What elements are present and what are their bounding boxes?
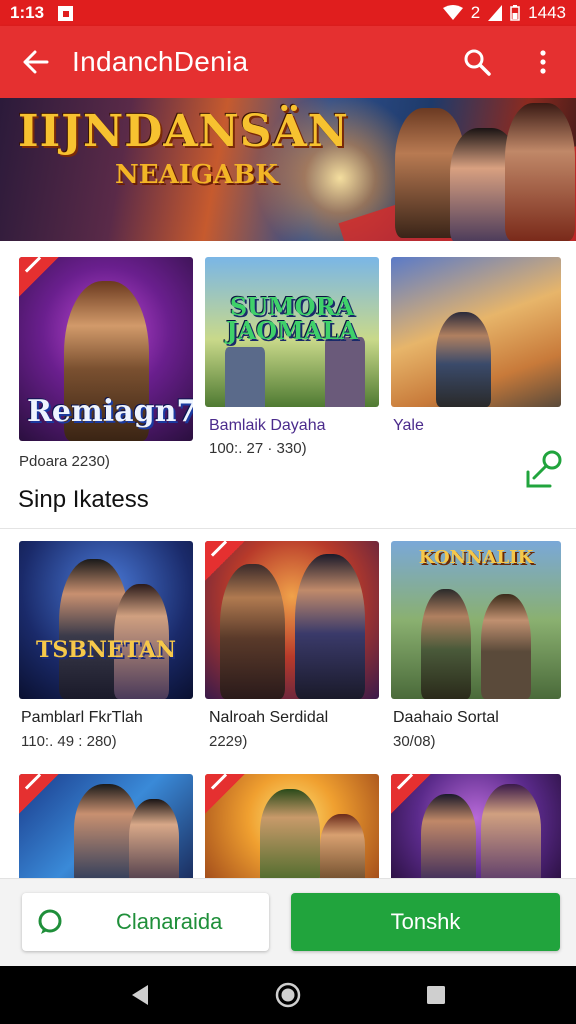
hero-banner[interactable]: IIJNDANSÄN NEAIGABK [0, 98, 576, 241]
character-figure [481, 594, 531, 699]
search-icon [464, 49, 491, 76]
game-thumbnail: SUMORA JAOMALA [205, 257, 379, 407]
game-logo-text: TSBNETAN [35, 637, 177, 663]
arrow-back-icon [23, 50, 49, 74]
status-right-text: 1443 [528, 3, 566, 22]
character-figure [260, 789, 320, 884]
card-subtitle: 100:. 27 · 330) [209, 440, 307, 457]
nav-recents-button[interactable] [406, 966, 466, 1024]
status-time: 1:13 [10, 3, 45, 22]
character-figure [220, 564, 285, 699]
badge-icon [19, 774, 59, 814]
banner-subtitle: NEAIGABK [115, 160, 278, 190]
badge-icon [391, 774, 431, 814]
card-subtitle: Pdoara 2230) [19, 453, 110, 470]
game-thumbnail [19, 774, 193, 884]
more-vert-icon [540, 50, 546, 74]
section-divider [0, 528, 576, 529]
nav-home-button[interactable] [258, 966, 318, 1024]
game-thumbnail [391, 257, 561, 407]
game-thumbnail [205, 774, 379, 884]
secondary-action-button[interactable]: Clanaraida [22, 893, 269, 951]
game-thumbnail: TSBNETAN [19, 541, 193, 699]
nav-home-icon [275, 982, 301, 1008]
game-thumbnail [205, 541, 379, 699]
share-icon[interactable] [522, 446, 568, 492]
battery-icon [510, 5, 520, 21]
nav-back-button[interactable] [110, 966, 170, 1024]
back-button[interactable] [0, 26, 72, 98]
primary-action-button[interactable]: Tonshk [291, 893, 560, 951]
wifi-icon [442, 5, 463, 20]
card-title: Daahaio Sortal [393, 709, 499, 726]
game-thumbnail [391, 774, 561, 884]
page-title: IndanchDenia [72, 46, 249, 77]
building-shape [225, 347, 265, 407]
card-title: Bamlaik Dayaha [209, 417, 326, 434]
character-figure [421, 589, 471, 699]
overflow-menu-button[interactable] [510, 26, 576, 98]
nav-recents-icon [427, 986, 445, 1004]
app-bar: IndanchDenia [0, 26, 576, 98]
character-figure [129, 799, 179, 884]
badge-icon [19, 257, 59, 297]
character-figure [421, 794, 476, 884]
character-figure [295, 554, 365, 699]
section-title: Sinp Ikatess [18, 486, 149, 513]
nav-back-icon [132, 985, 148, 1005]
card-subtitle: 110:. 49 : 280) [21, 733, 117, 750]
card-title: Yale [393, 417, 424, 434]
chat-bubble-icon [38, 909, 62, 934]
character-figure [320, 814, 365, 884]
network-indicator: 2 [470, 3, 481, 22]
game-logo-text: SUMORA JAOMALA [226, 292, 358, 345]
secondary-action-label: Clanaraida [116, 909, 223, 934]
banner-title: IIJNDANSÄN [18, 106, 349, 157]
status-bar: 1:13 2 1443 [0, 0, 576, 26]
signal-icon [488, 5, 503, 21]
bottom-action-bar: Clanaraida Tonshk [0, 878, 576, 966]
search-button[interactable] [444, 26, 510, 98]
badge-icon [205, 774, 245, 814]
card-title: Pamblarl FkrTlah [21, 709, 143, 726]
game-thumbnail: KONNALIK [391, 541, 561, 699]
game-logo-text: Remiagn7 [27, 394, 193, 429]
card-subtitle: 30/08) [393, 733, 436, 750]
card-subtitle: 2229) [209, 733, 248, 750]
card-title: Nalroah Serdidal [209, 709, 329, 726]
notification-icon [58, 5, 74, 21]
building-shape [325, 337, 365, 407]
character-figure [436, 312, 491, 407]
game-thumbnail: Remiagn7 [19, 257, 193, 441]
banner-hero-figure [505, 103, 575, 241]
navigation-bar [0, 966, 576, 1024]
character-figure [481, 784, 541, 884]
game-logo-text: KONNALIK [418, 547, 534, 568]
